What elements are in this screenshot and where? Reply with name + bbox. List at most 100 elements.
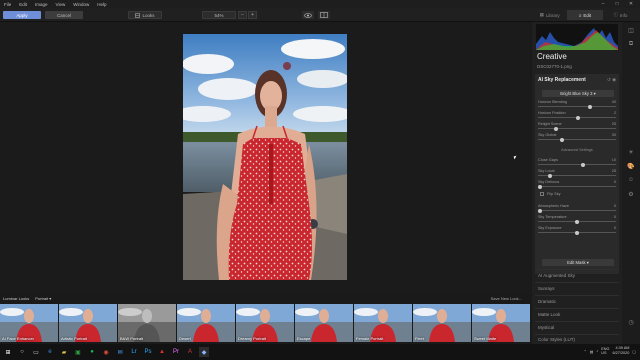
look-thumbnail[interactable]: Sweet Matte [472,304,530,342]
slider-handle[interactable] [538,184,542,189]
slider-handle[interactable] [538,208,542,213]
minimize-icon[interactable]: – [596,0,610,8]
search-icon[interactable]: ○ [17,347,27,357]
cancel-button[interactable]: Cancel [45,11,83,19]
tab-info[interactable]: ⓘ Info [603,10,638,20]
slider-value: 0 [613,226,616,230]
slider-sky-local[interactable]: Sky Local 25 [538,169,616,178]
tool-ai-augmented-sky[interactable]: AI Augmented Sky [535,269,619,281]
look-thumbnail[interactable]: Dreamy Portrait [236,304,294,342]
slider-track[interactable] [538,139,616,140]
file-explorer-icon[interactable]: ▰ [59,347,69,357]
slider-handle[interactable] [588,104,593,109]
slider-relight-scene[interactable]: Relight Scene 25 [538,122,616,131]
menu-help[interactable]: Help [97,2,106,7]
slider-handle[interactable] [554,126,559,131]
slider-sky-temperature[interactable]: Sky Temperature 0 [538,215,616,224]
mail-icon[interactable]: ✉ [115,347,125,357]
notifications-icon[interactable]: ▢ [632,349,636,354]
sky-selection-dropdown[interactable]: Bright Blue Sky 3 ▾ [542,90,614,97]
pro-icon[interactable]: ⚙ [627,190,635,198]
slider-track[interactable] [538,128,616,129]
tool-mystical[interactable]: Mystical [535,321,619,333]
tab-edit[interactable]: ≡ Edit [567,10,603,20]
tool-dramatic[interactable]: Dramatic [535,295,619,307]
menu-image[interactable]: Image [35,2,48,7]
portrait-icon[interactable]: ☺ [627,176,635,184]
slider-handle[interactable] [560,137,565,142]
slider-track[interactable] [538,210,616,211]
edge-icon[interactable]: e [45,347,55,357]
menu-window[interactable]: Window [73,2,89,7]
looks-category-dropdown[interactable]: Portrait ▾ [35,296,51,301]
photo-preview[interactable] [183,34,347,280]
look-thumbnail[interactable]: Artistic Portrait [59,304,117,342]
slider-handle[interactable] [580,162,585,167]
volume-icon[interactable]: ♪ [596,349,598,353]
tool-matte-look[interactable]: Matte Look [535,308,619,320]
tool-color-styles[interactable]: Color Styles (LUT) [535,334,619,344]
app-icon[interactable]: ▲ [157,347,167,357]
show-original-icon[interactable] [302,11,314,19]
slider-horizon-blending[interactable]: Horizon Blending 40 [538,100,616,109]
look-thumbnail[interactable]: Female Portrait [354,304,412,342]
slider-handle[interactable] [575,219,579,224]
slider-track[interactable] [538,164,616,165]
toggle-icon[interactable]: ◉ [612,77,616,82]
chrome-icon[interactable]: ◉ [101,347,111,357]
slider-handle[interactable] [575,230,579,235]
flip-sky-checkbox[interactable]: Flip Sky [540,192,561,196]
slider-horizon-position[interactable]: Horizon Position 2 [538,111,616,120]
look-thumbnail[interactable]: AI Face Enhancer [0,304,58,342]
reset-icon[interactable]: ↺ [607,77,611,82]
lightroom-icon[interactable]: Lr [129,347,139,357]
layers-icon[interactable]: ◫ [627,26,635,34]
canvas-icon[interactable]: ⧉ [627,40,635,48]
luminar-icon[interactable]: ◆ [199,347,209,357]
maximize-icon[interactable]: □ [610,0,624,8]
zoom-out-button[interactable]: − [238,11,247,19]
close-icon[interactable]: ✕ [624,0,638,8]
history-icon[interactable]: ◷ [627,318,635,326]
advanced-settings-toggle[interactable]: Advanced Settings [535,148,619,152]
look-thumbnail[interactable]: Desert [177,304,235,342]
task-view-icon[interactable]: ▭ [31,347,41,357]
look-thumbnail[interactable]: Escape [295,304,353,342]
looks-button[interactable]: Looks [128,11,162,19]
premiere-icon[interactable]: Pr [171,347,181,357]
edit-mask-button[interactable]: Edit Mask ▾ [542,259,614,266]
compare-icon[interactable] [318,11,330,19]
tab-library[interactable]: ▦ Library [532,10,567,20]
creative-icon[interactable]: 🎨 [627,162,635,170]
windows-start-icon[interactable]: ⊞ [3,347,13,357]
photoshop-icon[interactable]: Ps [143,347,153,357]
menu-edit[interactable]: Edit [19,2,27,7]
tray-overflow-icon[interactable]: ⌃ [584,349,587,354]
zoom-in-button[interactable]: + [248,11,257,19]
acrobat-icon[interactable]: A [185,347,195,357]
look-thumbnail[interactable]: Fleet [413,304,471,342]
language-indicator[interactable]: ENG US [601,347,609,355]
zoom-level[interactable]: 54% [202,11,236,19]
menu-view[interactable]: View [56,2,66,7]
slider-handle[interactable] [548,173,553,178]
look-thumbnail[interactable]: B&W Portrait [118,304,176,342]
slider-sky-defocus[interactable]: Sky Defocus 0 [538,180,616,189]
essentials-icon[interactable]: ☀ [627,148,635,156]
tool-sunrays[interactable]: Sunrays [535,282,619,294]
save-new-look-button[interactable]: Save New Look... [491,296,522,301]
slider-sky-global[interactable]: Sky Global 30 [538,133,616,142]
slider-track[interactable] [538,106,616,107]
checkbox-box[interactable] [540,192,544,196]
store-icon[interactable]: ▣ [73,347,83,357]
menu-file[interactable]: File [4,2,11,7]
spotify-icon[interactable]: ● [87,347,97,357]
slider-sky-exposure[interactable]: Sky Exposure 0 [538,226,616,235]
slider-close-gaps[interactable]: Close Gaps 10 [538,158,616,167]
slider-atmospheric-haze[interactable]: Atmospheric Haze 0 [538,204,616,213]
image-canvas[interactable] [0,22,530,294]
network-icon[interactable]: ▤ [590,349,594,354]
slider-track[interactable] [538,186,616,187]
apply-button[interactable]: Apply [3,11,41,19]
clock[interactable]: 4:39 AM 6/27/2020 [613,346,630,356]
